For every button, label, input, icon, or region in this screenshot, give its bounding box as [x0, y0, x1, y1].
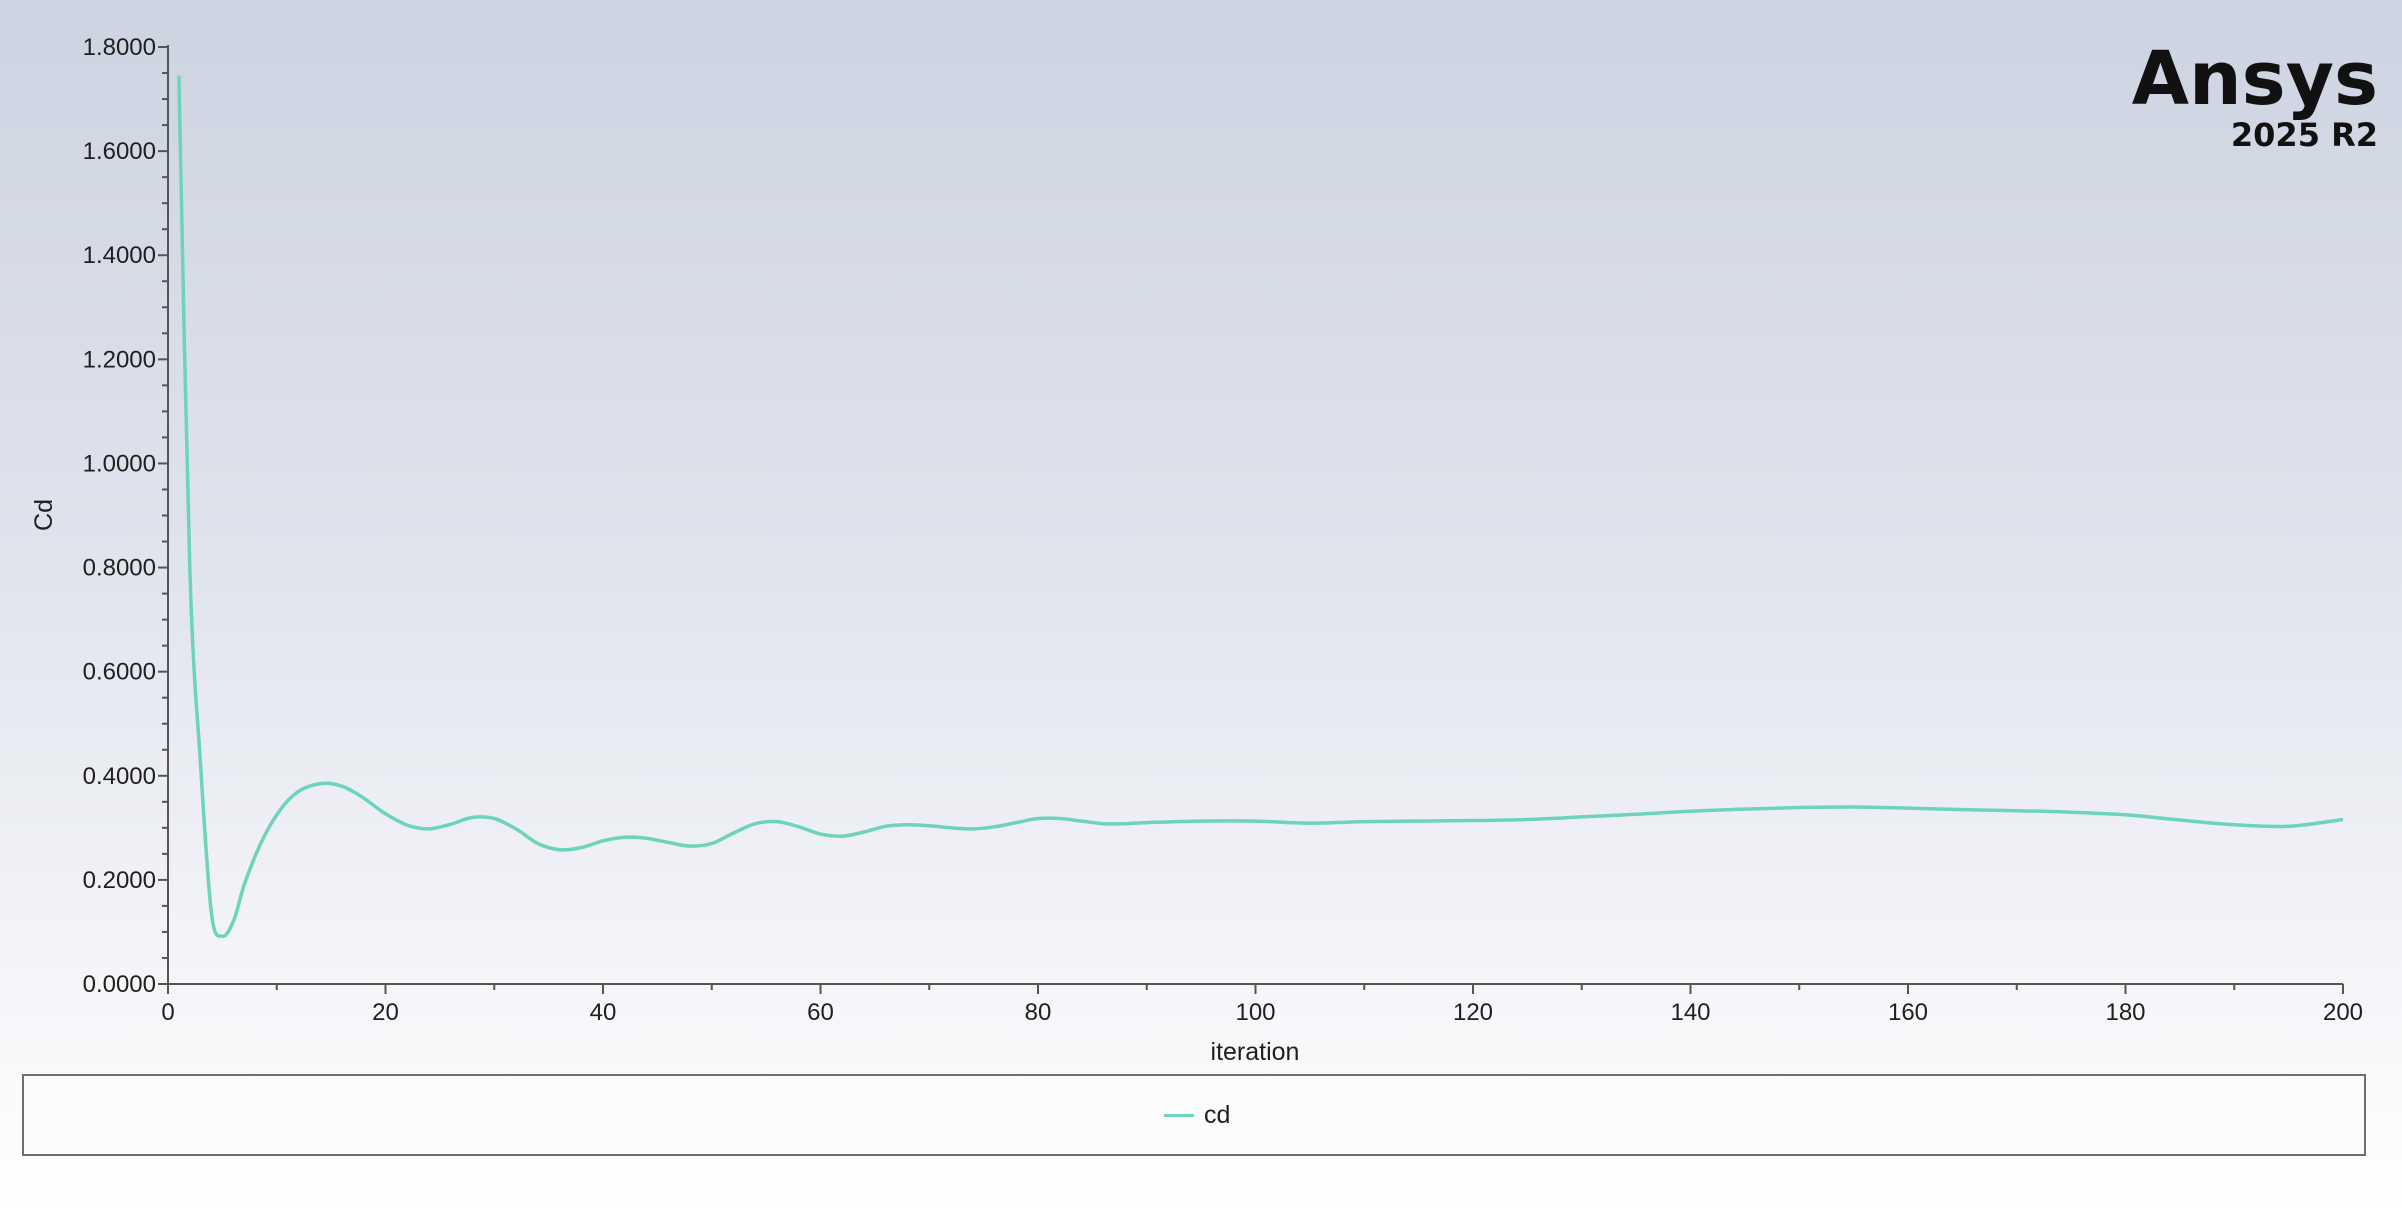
- legend-item-cd[interactable]: cd: [1164, 1076, 1230, 1154]
- x-axis-title: iteration: [1211, 1038, 1300, 1066]
- x-tick-label: 160: [1888, 999, 1928, 1026]
- y-tick-label: 0.8000: [83, 555, 156, 582]
- x-tick-label: 120: [1453, 999, 1493, 1026]
- y-tick-label: 1.4000: [83, 242, 156, 269]
- y-tick-label: 0.0000: [83, 971, 156, 998]
- y-tick-label: 0.6000: [83, 659, 156, 686]
- x-tick-label: 100: [1235, 999, 1275, 1026]
- ansys-logo: Ansys 2025 R2: [2132, 36, 2378, 154]
- x-tick-label: 180: [2105, 999, 2145, 1026]
- y-tick-label: 1.6000: [83, 138, 156, 165]
- axes: 0 20 40 60 80 100 120 140 160 180 200 0.0000 0.2000 0…: [83, 34, 2363, 1026]
- series-layer: [177, 75, 2344, 938]
- x-tick-label: 20: [372, 999, 399, 1026]
- y-axis-title: Cd: [30, 499, 58, 531]
- legend: cd: [22, 1074, 2366, 1156]
- x-tick-label: 60: [807, 999, 834, 1026]
- ansys-logo-text: Ansys: [2132, 36, 2378, 122]
- chart-area: 0 20 40 60 80 100 120 140 160 180 200 0.0000 0.2000 0…: [30, 34, 2378, 1066]
- y-tick-label: 1.2000: [83, 346, 156, 373]
- legend-label: cd: [1204, 1100, 1231, 1129]
- series-line-cd[interactable]: [177, 75, 2344, 938]
- y-tick-label: 1.0000: [83, 450, 156, 477]
- x-tick-label: 200: [2323, 999, 2363, 1026]
- y-tick-label: 1.8000: [83, 34, 156, 61]
- ansys-version-text: 2025 R2: [2231, 116, 2378, 154]
- x-tick-label: 40: [590, 999, 617, 1026]
- x-tick-label: 0: [161, 999, 174, 1026]
- x-tick-label: 140: [1670, 999, 1710, 1026]
- x-tick-label: 80: [1025, 999, 1052, 1026]
- y-tick-label: 0.2000: [83, 867, 156, 894]
- y-tick-label: 0.4000: [83, 763, 156, 790]
- legend-swatch: [1164, 1113, 1194, 1117]
